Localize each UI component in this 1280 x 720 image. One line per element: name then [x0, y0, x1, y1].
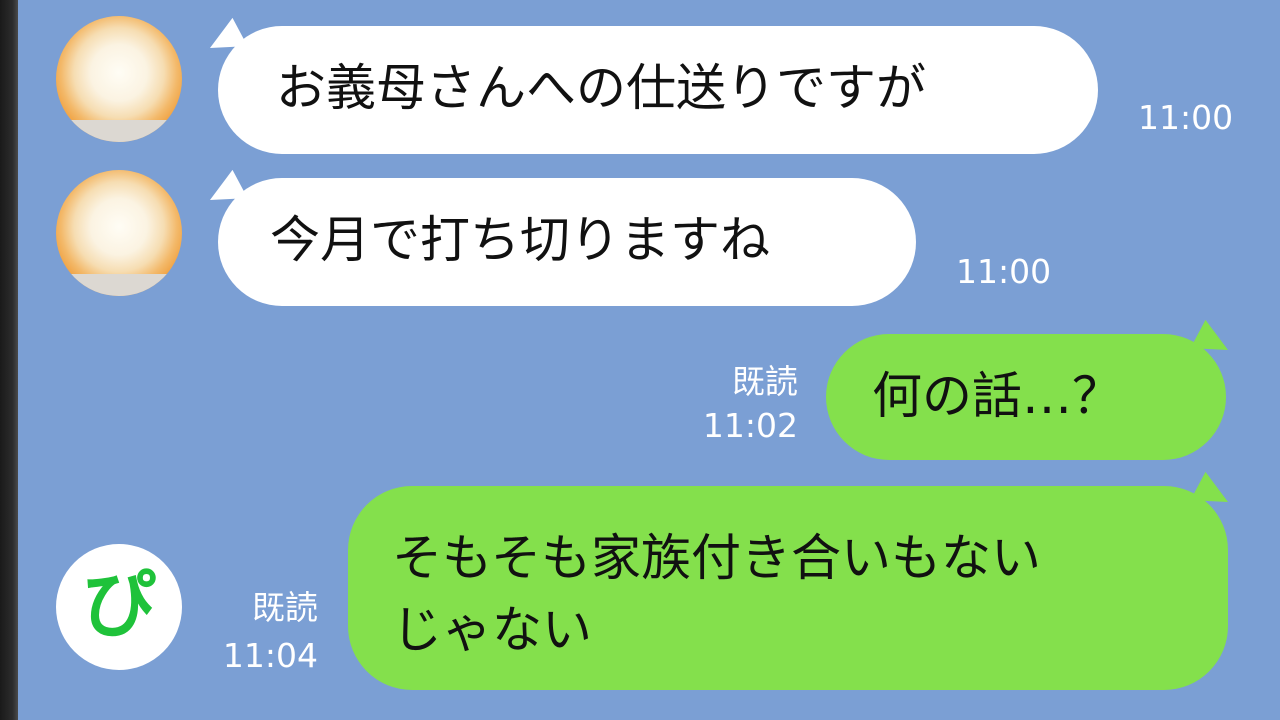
message-text: 今月で打ち切りますね: [270, 211, 770, 269]
outgoing-message-bubble[interactable]: 何の話…？: [826, 334, 1226, 460]
message-time: 11:02: [702, 406, 798, 445]
read-receipt: 既読: [252, 588, 318, 627]
message-text-line-1: そもそも家族付き合いもない: [392, 529, 1041, 587]
cake-avatar-icon[interactable]: [56, 16, 182, 142]
device-frame-edge: [0, 0, 18, 720]
message-time: 11:04: [222, 636, 318, 675]
message-text: お義母さんへの仕送りですが: [276, 59, 926, 117]
message-time: 11:00: [1138, 98, 1234, 137]
pi-logo-glyph: ぴ: [82, 562, 156, 648]
message-text-line-2: じゃない: [392, 601, 592, 659]
incoming-message-bubble[interactable]: お義母さんへの仕送りですが: [218, 26, 1098, 154]
message-text: 何の話…？: [872, 367, 1122, 425]
read-receipt: 既読: [732, 362, 798, 401]
pi-logo-icon[interactable]: ぴ: [56, 544, 182, 670]
incoming-message-bubble[interactable]: 今月で打ち切りますね: [218, 178, 916, 306]
message-time: 11:00: [956, 252, 1052, 291]
cake-avatar-icon[interactable]: [56, 170, 182, 296]
outgoing-message-bubble[interactable]: そもそも家族付き合いもない じゃない: [348, 486, 1228, 690]
